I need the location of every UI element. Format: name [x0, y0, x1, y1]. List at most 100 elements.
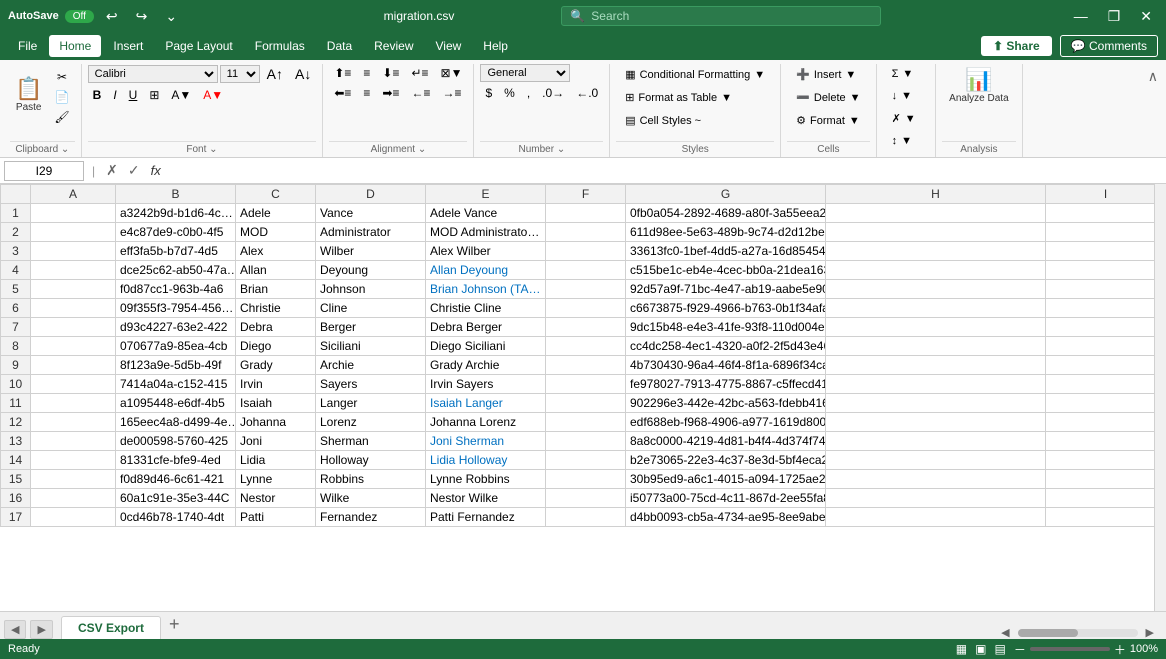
- cell-4-6[interactable]: c515be1c-eb4e-4cec-bb0a-21dea163e4bd: [626, 261, 826, 280]
- cell-4-7[interactable]: [826, 261, 1046, 280]
- cell-15-6[interactable]: 30b95ed9-a6c1-4015-a094-1725ae2ba05d: [626, 470, 826, 489]
- cell-8-1[interactable]: 070677a9-85ea-4cb: [116, 337, 236, 356]
- row-number-4[interactable]: 4: [1, 261, 31, 280]
- row-number-11[interactable]: 11: [1, 394, 31, 413]
- cell-6-7[interactable]: [826, 299, 1046, 318]
- cell-7-3[interactable]: Berger: [316, 318, 426, 337]
- dec-decrease-button[interactable]: ←.0: [571, 84, 603, 102]
- cell-8-8[interactable]: [1046, 337, 1155, 356]
- indent-inc-button[interactable]: →≡: [437, 84, 466, 102]
- confirm-formula-icon[interactable]: ✓: [125, 162, 143, 179]
- cell-11-4[interactable]: Isaiah Langer: [426, 394, 546, 413]
- cell-5-3[interactable]: Johnson: [316, 280, 426, 299]
- cell-2-1[interactable]: e4c87de9-c0b0-4f5: [116, 223, 236, 242]
- cell-12-8[interactable]: [1046, 413, 1155, 432]
- cell-3-2[interactable]: Alex: [236, 242, 316, 261]
- formula-input[interactable]: [169, 164, 1162, 178]
- cell-14-4[interactable]: Lidia Holloway: [426, 451, 546, 470]
- menu-page-layout[interactable]: Page Layout: [155, 35, 242, 57]
- menu-help[interactable]: Help: [473, 35, 518, 57]
- cell-1-3[interactable]: Vance: [316, 204, 426, 223]
- cell-9-7[interactable]: [826, 356, 1046, 375]
- col-header-e[interactable]: E: [426, 185, 546, 204]
- cell-6-8[interactable]: [1046, 299, 1155, 318]
- share-button[interactable]: ⬆ Share: [981, 36, 1052, 56]
- sheet-tab-csv-export[interactable]: CSV Export: [61, 616, 161, 639]
- zoom-slider[interactable]: [1030, 647, 1110, 651]
- cell-5-6[interactable]: 92d57a9f-71bc-4e47-ab19-aabe5e906f66: [626, 280, 826, 299]
- cell-13-0[interactable]: [31, 432, 116, 451]
- cell-1-8[interactable]: [1046, 204, 1155, 223]
- cell-8-7[interactable]: [826, 337, 1046, 356]
- cell-2-4[interactable]: MOD Administrato…: [426, 223, 546, 242]
- cell-13-2[interactable]: Joni: [236, 432, 316, 451]
- col-header-d[interactable]: D: [316, 185, 426, 204]
- row-number-5[interactable]: 5: [1, 280, 31, 299]
- cell-12-7[interactable]: [826, 413, 1046, 432]
- decrease-font-button[interactable]: A↓: [290, 64, 316, 84]
- cell-12-0[interactable]: [31, 413, 116, 432]
- minimize-button[interactable]: —: [1068, 6, 1094, 26]
- paste-button[interactable]: 📋 Paste: [10, 75, 47, 116]
- cell-17-5[interactable]: [546, 508, 626, 527]
- cell-17-3[interactable]: Fernandez: [316, 508, 426, 527]
- cell-4-4[interactable]: Allan Deyoung: [426, 261, 546, 280]
- col-header-i[interactable]: I: [1046, 185, 1155, 204]
- horizontal-scroll-left[interactable]: ◀: [1001, 626, 1009, 639]
- cell-6-6[interactable]: c6673875-f929-4966-b763-0b1f34afa5d3: [626, 299, 826, 318]
- comments-button[interactable]: 💬 Comments: [1060, 35, 1158, 57]
- cell-16-2[interactable]: Nestor: [236, 489, 316, 508]
- cell-16-8[interactable]: [1046, 489, 1155, 508]
- row-number-1[interactable]: 1: [1, 204, 31, 223]
- row-number-10[interactable]: 10: [1, 375, 31, 394]
- merge-button[interactable]: ⊠▼: [436, 64, 468, 82]
- cell-14-6[interactable]: b2e73065-22e3-4c37-8e3d-5bf4eca2f20d: [626, 451, 826, 470]
- cell-2-2[interactable]: MOD: [236, 223, 316, 242]
- cut-button[interactable]: ✂: [49, 68, 74, 86]
- cell-4-8[interactable]: [1046, 261, 1155, 280]
- cell-7-0[interactable]: [31, 318, 116, 337]
- autosave-toggle[interactable]: Off: [65, 10, 94, 23]
- cell-12-2[interactable]: Johanna: [236, 413, 316, 432]
- cell-2-3[interactable]: Administrator: [316, 223, 426, 242]
- cell-8-6[interactable]: cc4dc258-4ec1-4320-a0f2-2f5d43e46329: [626, 337, 826, 356]
- row-number-13[interactable]: 13: [1, 432, 31, 451]
- format-painter-button[interactable]: 🖌: [49, 108, 74, 126]
- cell-9-8[interactable]: [1046, 356, 1155, 375]
- sum-button[interactable]: Σ▼: [883, 64, 930, 84]
- row-number-17[interactable]: 17: [1, 508, 31, 527]
- cell-16-5[interactable]: [546, 489, 626, 508]
- col-header-f[interactable]: F: [546, 185, 626, 204]
- cell-6-1[interactable]: 09f355f3-7954-456…: [116, 299, 236, 318]
- cell-6-4[interactable]: Christie Cline: [426, 299, 546, 318]
- cell-10-7[interactable]: [826, 375, 1046, 394]
- cell-11-1[interactable]: a1095448-e6df-4b5: [116, 394, 236, 413]
- cell-9-0[interactable]: [31, 356, 116, 375]
- cell-reference-input[interactable]: [4, 161, 84, 181]
- cell-5-1[interactable]: f0d87cc1-963b-4a6: [116, 280, 236, 299]
- delete-button[interactable]: ➖ Delete ▼: [787, 87, 869, 108]
- cell-12-5[interactable]: [546, 413, 626, 432]
- cell-14-1[interactable]: 81331cfe-bfe9-4ed: [116, 451, 236, 470]
- cell-1-2[interactable]: Adele: [236, 204, 316, 223]
- menu-file[interactable]: File: [8, 35, 47, 57]
- cell-9-1[interactable]: 8f123a9e-5d5b-49f: [116, 356, 236, 375]
- cell-3-6[interactable]: 33613fc0-1bef-4dd5-a27a-16d8545417a9: [626, 242, 826, 261]
- cell-3-7[interactable]: [826, 242, 1046, 261]
- cell-3-3[interactable]: Wilber: [316, 242, 426, 261]
- undo-button[interactable]: ↩: [100, 6, 124, 27]
- menu-view[interactable]: View: [426, 35, 472, 57]
- align-center-button[interactable]: ≡: [358, 84, 375, 102]
- cell-8-4[interactable]: Diego Siciliani: [426, 337, 546, 356]
- cell-1-1[interactable]: a3242b9d-b1d6-4c…: [116, 204, 236, 223]
- cell-10-4[interactable]: Irvin Sayers: [426, 375, 546, 394]
- conditional-formatting-button[interactable]: ▦ Conditional Formatting ▼: [616, 64, 774, 85]
- ribbon-collapse-button[interactable]: ∧: [1144, 64, 1162, 89]
- cell-15-8[interactable]: [1046, 470, 1155, 489]
- cell-15-2[interactable]: Lynne: [236, 470, 316, 489]
- cell-10-2[interactable]: Irvin: [236, 375, 316, 394]
- cell-13-6[interactable]: 8a8c0000-4219-4d81-b4f4-4d374f74aa34: [626, 432, 826, 451]
- cell-14-7[interactable]: [826, 451, 1046, 470]
- cell-2-5[interactable]: [546, 223, 626, 242]
- cell-14-8[interactable]: [1046, 451, 1155, 470]
